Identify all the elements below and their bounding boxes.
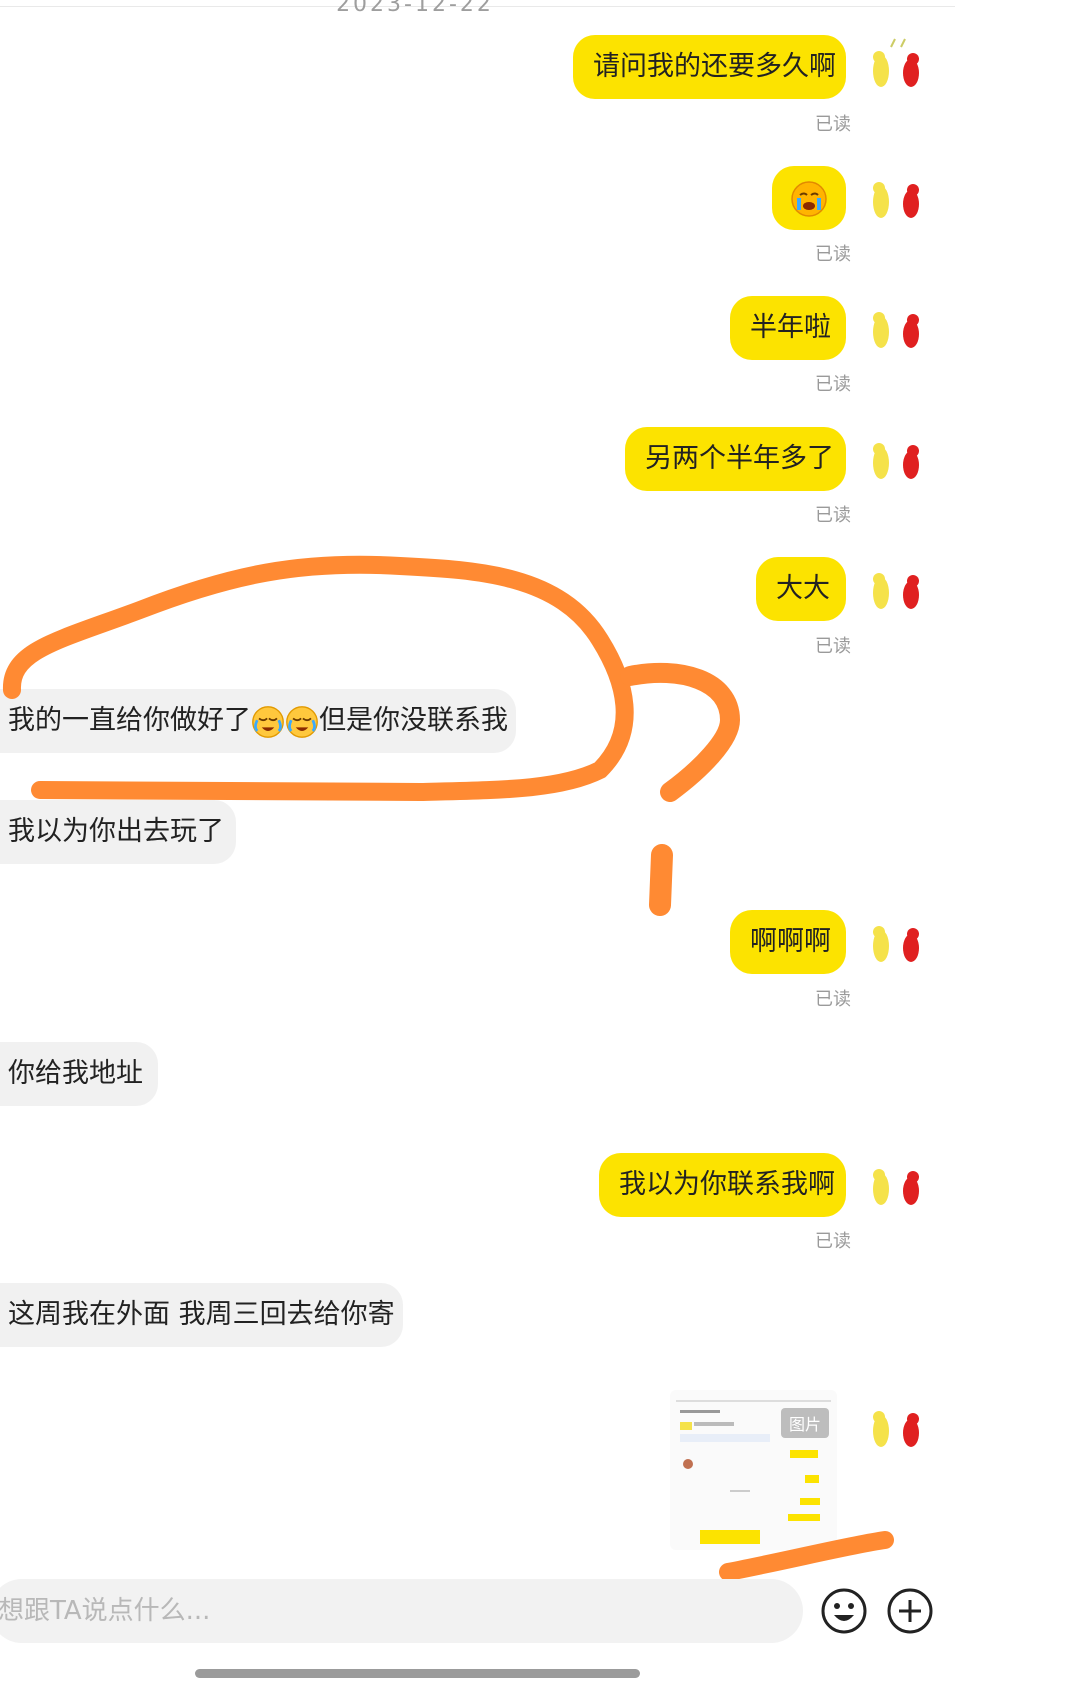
plus-icon[interactable] [886,1587,934,1635]
message-bubble-incoming[interactable]: 你给我地址 [0,1042,158,1106]
home-indicator [195,1669,640,1678]
message-bubble-outgoing[interactable]: 大大 [756,557,846,621]
message-bubble-outgoing[interactable]: 我以为你联系我啊 [599,1153,846,1217]
read-receipt: 已读 [815,374,851,395]
message-bubble-incoming[interactable]: 我的一直给你做好了 但是你没联系我 [0,689,516,753]
message-bubble-outgoing[interactable]: 啊啊啊 [730,910,846,974]
read-receipt: 已读 [815,989,851,1010]
message-bubble-outgoing[interactable] [772,166,846,230]
read-receipt: 已读 [815,505,851,526]
avatar-icon[interactable] [865,35,929,99]
avatar-icon[interactable] [865,910,929,974]
read-receipt: 已读 [815,244,851,265]
message-bubble-outgoing[interactable]: 请问我的还要多久啊 [573,35,846,99]
chat-timestamp: 2023-12-22 20:20 [300,0,530,12]
avatar-icon[interactable] [865,296,929,360]
message-text: 但是你没联系我 [319,705,508,736]
message-bubble-outgoing[interactable]: 半年啦 [730,296,846,360]
image-badge: 图片 [780,1408,829,1438]
message-bubble-outgoing[interactable]: 另两个半年多了 [625,427,846,491]
sobbing-face-icon [286,705,318,738]
avatar-icon[interactable] [865,1395,929,1459]
avatar-icon[interactable] [865,166,929,230]
avatar-icon[interactable] [865,1153,929,1217]
crying-face-icon [791,180,827,217]
message-text: 我的一直给你做好了 [8,705,251,736]
read-receipt: 已读 [815,114,851,135]
message-input[interactable] [0,1579,758,1643]
message-bubble-incoming[interactable]: 这周我在外面 我周三回去给你寄 [0,1283,403,1347]
sobbing-face-icon [252,705,284,738]
message-bubble-incoming[interactable]: 我以为你出去玩了 [0,800,236,864]
message-input-bar[interactable] [0,1579,803,1643]
read-receipt: 已读 [815,636,851,657]
avatar-icon[interactable] [865,427,929,491]
smiley-icon[interactable] [820,1587,868,1635]
image-message-thumbnail[interactable]: 图片 [670,1390,837,1550]
avatar-icon[interactable] [865,557,929,621]
read-receipt: 已读 [815,1231,851,1252]
